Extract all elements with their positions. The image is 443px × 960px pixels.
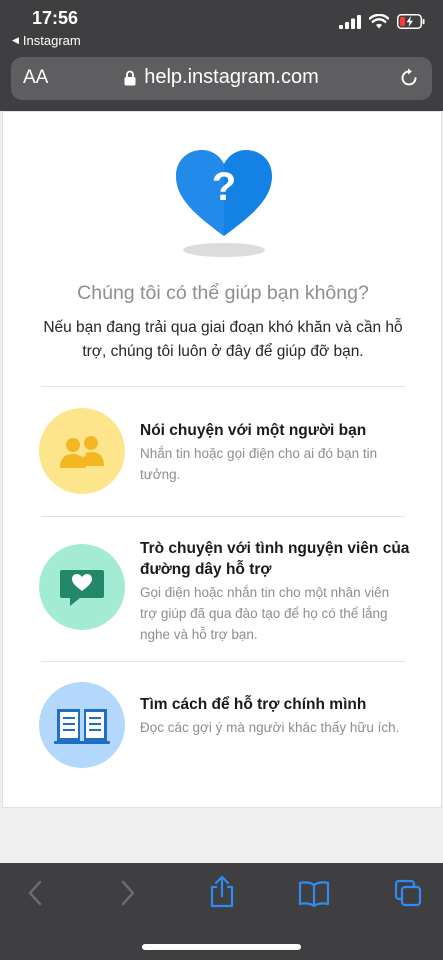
lock-icon <box>124 70 136 85</box>
status-time: 17:56 <box>32 8 79 28</box>
intro-text: Nếu bạn đang trải qua giai đoạn khó khăn… <box>43 319 403 360</box>
divider <box>41 661 405 662</box>
svg-text:?: ? <box>212 165 236 209</box>
url-display[interactable]: help.instagram.com <box>11 66 432 89</box>
status-icons <box>339 14 425 29</box>
web-page: ? Chúng tôi có thể giúp bạn không? Nếu b… <box>0 111 443 863</box>
back-chevron-icon[interactable] <box>24 878 46 908</box>
open-book-icon-circle <box>39 682 125 768</box>
open-book-icon <box>54 709 110 744</box>
option-text: Tìm cách để hỗ trợ chính mình Đọc các gợ… <box>140 694 410 738</box>
tabs-icon[interactable] <box>394 879 422 907</box>
bookmarks-icon[interactable] <box>298 880 330 908</box>
option-text: Trò chuyện với tình nguyện viên của đườn… <box>140 538 410 645</box>
back-to-app-link[interactable]: ◀ Instagram <box>12 33 81 48</box>
option-title: Nói chuyện với một người bạn <box>140 422 367 439</box>
status-bar: 17:56 ◀ Instagram <box>0 0 443 52</box>
chat-heart-icon <box>60 570 104 606</box>
option-text: Nói chuyện với một người bạn Nhắn tin ho… <box>140 420 410 485</box>
wifi-icon <box>369 14 389 29</box>
option-title: Trò chuyện với tình nguyện viên của đườn… <box>140 540 410 578</box>
divider <box>41 516 405 517</box>
heart-shadow <box>183 243 265 257</box>
option-helpline-volunteer[interactable]: Trò chuyện với tình nguyện viên của đườn… <box>39 540 419 642</box>
option-talk-to-friend[interactable]: Nói chuyện với một người bạn Nhắn tin ho… <box>39 408 419 494</box>
option-description: Gọi điện hoặc nhắn tin cho một nhân viên… <box>140 585 390 642</box>
question-heart-icon: ? <box>176 150 272 236</box>
back-app-label: Instagram <box>22 33 81 48</box>
option-description: Nhắn tin hoặc gọi điện cho ai đó bạn tin… <box>140 446 378 482</box>
page-headline: Chúng tôi có thể giúp bạn không? <box>77 282 369 304</box>
url-domain: help.instagram.com <box>144 66 319 88</box>
reload-icon[interactable] <box>398 67 420 89</box>
option-support-yourself[interactable]: Tìm cách để hỗ trợ chính mình Đọc các gợ… <box>39 682 419 768</box>
option-description: Đọc các gợi ý mà người khác thấy hữu ích… <box>140 720 400 735</box>
address-bar[interactable]: AA help.instagram.com <box>11 57 432 100</box>
chat-heart-icon-circle <box>39 544 125 630</box>
battery-low-charging-icon <box>397 14 425 29</box>
share-icon[interactable] <box>208 875 236 909</box>
friends-icon-circle <box>39 408 125 494</box>
option-title: Tìm cách để hỗ trợ chính mình <box>140 696 367 713</box>
help-heart-illustration: ? <box>174 148 274 268</box>
back-triangle-icon: ◀ <box>12 35 19 45</box>
signal-icon <box>339 14 361 29</box>
forward-chevron-icon[interactable] <box>117 878 139 908</box>
divider <box>41 386 405 387</box>
home-indicator <box>142 944 301 950</box>
friends-icon <box>60 436 104 468</box>
help-card: ? Chúng tôi có thể giúp bạn không? Nếu b… <box>2 111 442 808</box>
